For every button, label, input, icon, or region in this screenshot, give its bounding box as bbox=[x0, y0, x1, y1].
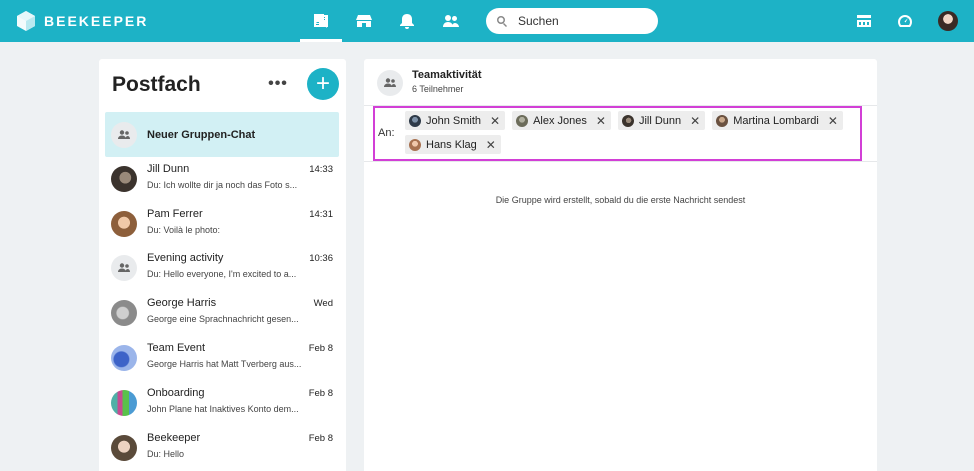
streams-icon bbox=[857, 15, 871, 27]
recipients-field[interactable]: An: John Smith ✕ Alex Jones ✕ Jill Dunn … bbox=[373, 106, 862, 161]
search-bar[interactable] bbox=[486, 8, 658, 34]
avatar bbox=[716, 114, 729, 127]
conversation-name: Onboarding bbox=[147, 387, 205, 399]
remove-recipient-icon[interactable]: ✕ bbox=[690, 115, 700, 127]
nav-notifications[interactable] bbox=[386, 0, 428, 42]
group-creation-info: Die Gruppe wird erstellt, sobald du die … bbox=[495, 195, 746, 205]
recipient-chips: John Smith ✕ Alex Jones ✕ Jill Dunn ✕ Ma… bbox=[405, 111, 860, 159]
recipient-chip: Alex Jones ✕ bbox=[512, 111, 611, 130]
nav-dashboard[interactable] bbox=[884, 0, 926, 42]
conversation-time: Feb 8 bbox=[308, 433, 333, 444]
conversation-preview: George Harris hat Matt Tverberg aus... bbox=[147, 359, 302, 369]
chat-panel: Teamaktivität 6 Teilnehmer An: John Smit… bbox=[364, 59, 877, 471]
avatar bbox=[516, 114, 529, 127]
avatar bbox=[111, 300, 137, 326]
conversation-item[interactable]: Team Event Feb 8 George Harris hat Matt T… bbox=[105, 342, 339, 386]
new-group-chat-item[interactable]: Neuer Gruppen-Chat bbox=[105, 112, 339, 157]
avatar bbox=[111, 166, 137, 192]
conversation-time: Feb 8 bbox=[308, 343, 333, 354]
recipient-name: Alex Jones bbox=[533, 114, 587, 127]
avatar bbox=[409, 138, 421, 151]
avatar bbox=[621, 114, 634, 127]
inbox-panel: Postfach ••• + Neuer Gruppen-Chat Jill D… bbox=[99, 59, 346, 471]
search-input[interactable] bbox=[518, 14, 648, 28]
conversation-preview: George eine Sprachnachricht gesen... bbox=[147, 314, 299, 324]
chat-title[interactable]: Teamaktivität bbox=[412, 69, 482, 81]
nav-chat[interactable] bbox=[300, 0, 342, 42]
new-group-chat-label: Neuer Gruppen-Chat bbox=[147, 128, 256, 141]
conversation-name: Pam Ferrer bbox=[147, 208, 203, 220]
chat-bubble-icon bbox=[314, 14, 328, 28]
conversation-preview: Du: Hello bbox=[147, 449, 185, 459]
recipient-name: Hans Klag bbox=[426, 138, 477, 151]
recipient-name: Martina Lombardi bbox=[733, 114, 819, 127]
people-icon bbox=[443, 15, 459, 27]
remove-recipient-icon[interactable]: ✕ bbox=[596, 115, 606, 127]
profile-avatar[interactable] bbox=[938, 11, 958, 31]
group-avatar bbox=[111, 121, 137, 148]
conversation-time: Wed bbox=[313, 298, 333, 309]
conversation-item[interactable]: Evening activity 10:36 Du: Hello everyone… bbox=[105, 252, 339, 296]
avatar bbox=[111, 211, 137, 237]
conversation-preview: Du: Ich wollte dir ja noch das Foto s... bbox=[147, 180, 298, 190]
avatar bbox=[111, 345, 137, 371]
recipient-chip: John Smith ✕ bbox=[405, 111, 506, 130]
conversation-time: 14:31 bbox=[309, 209, 333, 220]
remove-recipient-icon[interactable]: ✕ bbox=[486, 139, 496, 151]
recipient-chip: Jill Dunn ✕ bbox=[617, 111, 706, 130]
recipient-chip: Martina Lombardi ✕ bbox=[712, 111, 843, 130]
to-label: An: bbox=[378, 127, 395, 139]
nav-people[interactable] bbox=[430, 0, 472, 42]
conversation-item[interactable]: Onboarding Feb 8 John Plane hat Inaktives… bbox=[105, 387, 339, 431]
avatar bbox=[111, 435, 137, 461]
participant-count: 6 Teilnehmer bbox=[412, 84, 464, 94]
group-avatar bbox=[111, 255, 137, 281]
conversation-preview: John Plane hat Inaktives Konto dem... bbox=[147, 404, 299, 414]
recipients-divider bbox=[364, 161, 877, 162]
conversation-name: Team Event bbox=[147, 342, 206, 354]
conversation-name: George Harris bbox=[147, 297, 217, 309]
conversation-item[interactable]: Beekeeper Feb 8 Du: Hello bbox=[105, 432, 339, 471]
conversation-time: 14:33 bbox=[309, 164, 333, 175]
conversation-item[interactable]: George Harris Wed George eine Sprachnachr… bbox=[105, 297, 339, 341]
store-icon bbox=[356, 15, 372, 27]
more-options-button[interactable]: ••• bbox=[265, 75, 291, 93]
recipient-name: John Smith bbox=[426, 114, 482, 127]
top-navigation-bar: BEEKEEPER bbox=[0, 0, 974, 42]
avatar bbox=[409, 114, 421, 127]
remove-recipient-icon[interactable]: ✕ bbox=[490, 115, 500, 127]
new-message-button[interactable]: + bbox=[307, 68, 339, 100]
beekeeper-logo-icon bbox=[17, 11, 35, 31]
avatar bbox=[111, 390, 137, 416]
nav-streams[interactable] bbox=[843, 0, 885, 42]
conversation-item[interactable]: Pam Ferrer 14:31 Du: Voilà le photo: bbox=[105, 208, 339, 252]
conversation-name: Evening activity bbox=[147, 252, 224, 264]
conversation-item[interactable]: Jill Dunn 14:33 Du: Ich wollte dir ja noc… bbox=[105, 163, 339, 207]
conversation-preview: Du: Voilà le photo: bbox=[147, 225, 221, 235]
conversation-time: 10:36 bbox=[309, 253, 333, 264]
bell-icon bbox=[400, 14, 414, 29]
group-icon bbox=[118, 263, 130, 272]
group-icon bbox=[384, 78, 396, 87]
search-icon bbox=[497, 16, 507, 27]
conversation-preview: Du: Hello everyone, I'm excited to a... bbox=[147, 269, 297, 279]
conversation-name: Jill Dunn bbox=[147, 163, 190, 175]
remove-recipient-icon[interactable]: ✕ bbox=[828, 115, 838, 127]
dashboard-gauge-icon bbox=[898, 15, 912, 27]
conversation-name: Beekeeper bbox=[147, 432, 201, 444]
recipient-name: Jill Dunn bbox=[638, 114, 682, 127]
beekeeper-logo[interactable]: BEEKEEPER bbox=[16, 10, 148, 32]
chat-group-avatar bbox=[377, 70, 403, 96]
group-icon bbox=[118, 129, 130, 139]
brand-name: BEEKEEPER bbox=[44, 13, 149, 29]
inbox-title: Postfach bbox=[112, 73, 201, 96]
recipient-chip: Hans Klag ✕ bbox=[405, 135, 501, 154]
conversation-time: Feb 8 bbox=[308, 388, 333, 399]
nav-store[interactable] bbox=[343, 0, 385, 42]
